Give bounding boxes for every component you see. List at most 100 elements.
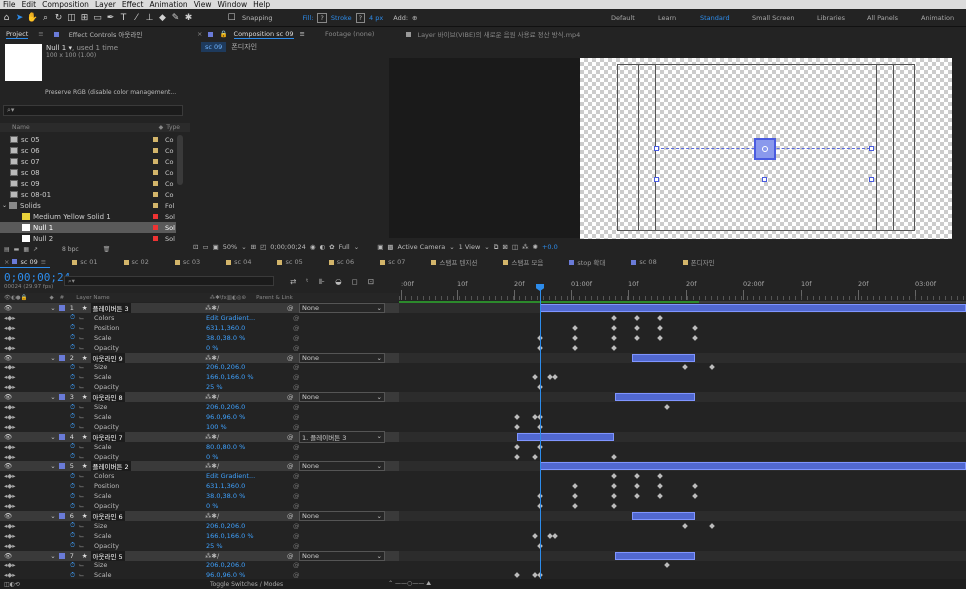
graph-icon[interactable]: ⌙ [79, 502, 84, 510]
timeline-tab[interactable]: stop 확대 [565, 256, 609, 268]
graph-icon[interactable]: ⌙ [79, 373, 84, 381]
pickwhip-icon[interactable]: @ [287, 512, 294, 520]
timeline-tab[interactable]: sc 07 [376, 256, 409, 268]
toggle-switches-modes[interactable]: Toggle Switches / Modes [210, 581, 283, 588]
timeline-track[interactable] [399, 412, 966, 422]
graph-icon[interactable]: ⌙ [79, 344, 84, 352]
layer-duration-bar[interactable] [517, 432, 614, 441]
layer-name[interactable]: 아웃라인 7 [90, 431, 125, 442]
path-handle-right[interactable] [869, 146, 874, 151]
flowchart-icon[interactable]: ⁂ [522, 243, 529, 251]
fill-swatch[interactable]: ? [317, 12, 327, 23]
stopwatch-icon[interactable]: ⏱ [70, 373, 75, 382]
pickwhip-icon[interactable]: @ [293, 324, 300, 332]
selection-tool-icon[interactable]: ➤ [13, 11, 26, 24]
keyframe-marker[interactable] [634, 315, 640, 321]
keyframe-marker[interactable] [692, 483, 698, 490]
chevron-down-icon[interactable]: ⌄ [449, 243, 454, 251]
breadcrumb-sc09[interactable]: sc 09 [201, 42, 227, 52]
magnifier-icon[interactable]: ⊡ [193, 243, 198, 251]
stopwatch-icon[interactable]: ⏱ [70, 323, 75, 332]
pickwhip-icon[interactable]: @ [293, 334, 300, 342]
property-value[interactable]: 206.0,206.0 [206, 363, 245, 371]
menu-file[interactable]: File [0, 0, 19, 9]
keyframe-nav-icon[interactable]: ◂◆▸ [4, 502, 16, 510]
pickwhip-icon[interactable]: @ [287, 393, 294, 401]
pickwhip-icon[interactable]: @ [293, 482, 300, 490]
keyframe-marker[interactable] [692, 324, 698, 331]
stopwatch-icon[interactable]: ⏱ [70, 502, 75, 511]
timeline-tab[interactable]: sc 02 [120, 256, 153, 268]
keyframe-marker[interactable] [611, 483, 617, 490]
layer-name[interactable]: 플레이버튼 2 [90, 461, 131, 472]
timeline-track[interactable] [399, 541, 966, 551]
keyframe-marker[interactable] [611, 334, 617, 341]
property-value[interactable]: 631.1,360.0 [206, 324, 245, 332]
timeline-property-row[interactable]: ◂◆▸ ⏱ ⌙ Size 206.0,206.0 @ [0, 521, 399, 531]
stroke-label[interactable]: Stroke [331, 14, 352, 22]
property-value[interactable]: 166.0,166.0 % [206, 532, 254, 540]
interpret-icon[interactable]: ▤ [4, 246, 10, 253]
chevron-down-icon[interactable]: ⌄ [354, 243, 359, 251]
workspace-all-panels[interactable]: All Panels [867, 14, 898, 22]
monitor-icon[interactable]: ▣ [213, 243, 219, 251]
stopwatch-icon[interactable]: ⏱ [70, 531, 75, 540]
timeline-property-row[interactable]: ◂◆▸ ⏱ ⌙ Opacity 25 % @ [0, 541, 399, 551]
pickwhip-icon[interactable]: @ [293, 492, 300, 500]
render-time-icon[interactable]: ◫◐⟲ [4, 581, 20, 588]
project-search-input[interactable]: ⌕▾ [3, 105, 183, 116]
timeline-property-row[interactable]: ◂◆▸ ⏱ ⌙ Position 631.1,360.0 @ [0, 323, 399, 333]
pickwhip-icon[interactable]: @ [293, 542, 300, 550]
property-value[interactable]: 166.0,166.0 % [206, 373, 254, 381]
toggle-pixel-icon[interactable]: ⧉ [494, 243, 499, 252]
timeline-tab[interactable]: sc 05 [273, 256, 306, 268]
layer-name-header[interactable]: Layer Name [76, 295, 109, 301]
timeline-track[interactable] [399, 303, 966, 313]
view-layout-select[interactable]: 1 View [459, 243, 481, 251]
pickwhip-icon[interactable]: @ [287, 354, 294, 362]
graph-icon[interactable]: ⌙ [79, 334, 84, 342]
twirl-down-icon[interactable]: ⌄ [50, 354, 55, 362]
keyframe-marker[interactable] [634, 493, 640, 499]
keyframe-nav-icon[interactable]: ◂◆▸ [4, 324, 16, 332]
timeline-property-row[interactable]: ◂◆▸ ⏱ ⌙ Scale 96.0,96.0 % @ [0, 412, 399, 422]
menu-icon[interactable]: ≡ [41, 258, 46, 266]
stopwatch-icon[interactable]: ⏱ [70, 403, 75, 412]
timeline-property-row[interactable]: ◂◆▸ ⏱ ⌙ Opacity 0 % @ [0, 343, 399, 353]
close-icon[interactable]: × [197, 30, 202, 38]
keyframe-marker[interactable] [634, 483, 640, 490]
pickwhip-icon[interactable]: @ [293, 363, 300, 371]
reset-exposure-icon[interactable]: ✺ [533, 243, 538, 251]
timeline-track[interactable] [399, 352, 966, 363]
workspace-animation[interactable]: Animation [921, 14, 954, 22]
project-item[interactable]: Null 2 Sol [0, 233, 176, 244]
project-item[interactable]: sc 07 Co [0, 156, 176, 167]
timeline-track[interactable] [399, 343, 966, 353]
keyframe-nav-icon[interactable]: ◂◆▸ [4, 453, 16, 461]
timeline-tab[interactable]: sc 08 [627, 256, 660, 268]
parent-select[interactable]: None ⌄ [299, 352, 385, 363]
keyframe-marker[interactable] [611, 503, 617, 509]
pickwhip-icon[interactable]: @ [287, 433, 294, 441]
pickwhip-icon[interactable]: @ [293, 314, 300, 322]
project-item[interactable]: sc 06 Co [0, 145, 176, 156]
graph-icon[interactable]: ⌙ [79, 453, 84, 461]
layer-label-swatch[interactable] [58, 552, 65, 559]
add-icon[interactable]: ⊕ [412, 14, 417, 22]
keyframe-marker[interactable] [611, 473, 617, 480]
timeline-track[interactable] [399, 422, 966, 432]
keyframe-nav-icon[interactable]: ◂◆▸ [4, 403, 16, 411]
timeline-track[interactable] [399, 382, 966, 392]
graph-icon[interactable]: ⌙ [79, 522, 84, 530]
pickwhip-icon[interactable]: @ [293, 453, 300, 461]
keyframe-marker[interactable] [552, 532, 558, 539]
pickwhip-icon[interactable]: @ [293, 423, 300, 431]
twirl-down-icon[interactable]: ⌄ [50, 552, 55, 560]
pickwhip-icon[interactable]: @ [293, 522, 300, 530]
timeline-track[interactable] [399, 501, 966, 511]
layer-duration-bar[interactable] [615, 393, 695, 402]
parent-link-header[interactable]: Parent & Link [256, 295, 293, 301]
chevron-down-icon[interactable]: ⌄ [377, 552, 382, 560]
keyframe-marker[interactable] [572, 503, 578, 509]
timeline-track[interactable] [399, 531, 966, 541]
